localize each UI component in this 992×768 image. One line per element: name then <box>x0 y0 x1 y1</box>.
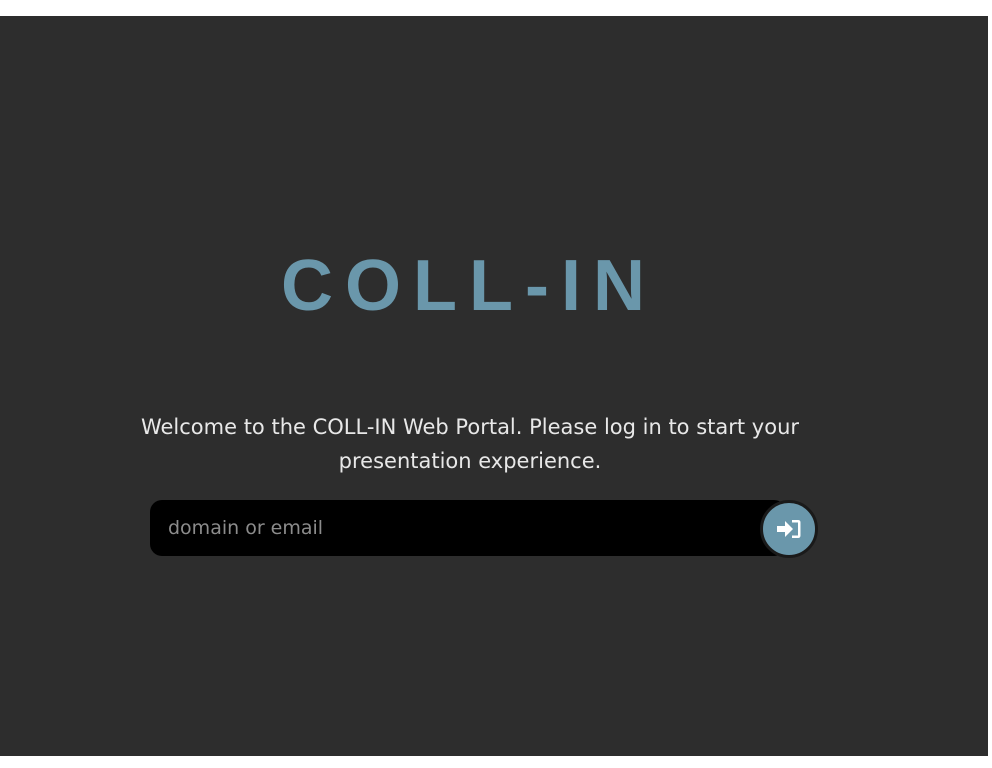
coll-in-logo: COLL-IN <box>281 246 657 326</box>
portal-background: COLL-IN Welcome to the COLL-IN Web Porta… <box>0 16 988 756</box>
welcome-line-1: Welcome to the COLL-IN Web Portal. Pleas… <box>140 415 800 439</box>
sign-in-icon <box>777 520 801 538</box>
login-form <box>150 500 820 558</box>
login-button[interactable] <box>760 500 818 558</box>
welcome-message: Welcome to the COLL-IN Web Portal. Pleas… <box>100 410 840 478</box>
welcome-line-2: presentation experience. <box>338 449 602 473</box>
domain-or-email-input[interactable] <box>150 500 786 556</box>
